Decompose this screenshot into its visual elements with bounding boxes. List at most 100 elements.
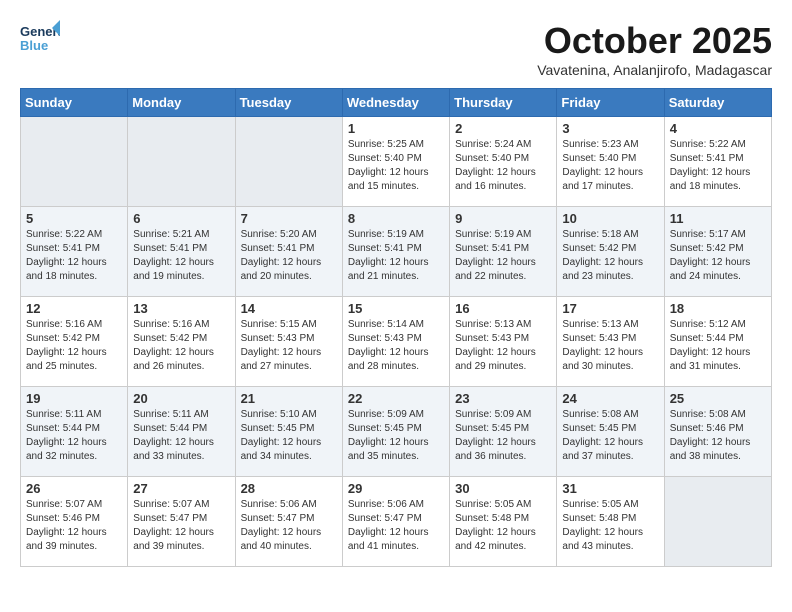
day-number: 3	[562, 121, 658, 136]
day-info: Sunrise: 5:24 AM Sunset: 5:40 PM Dayligh…	[455, 138, 551, 194]
logo: General Blue	[20, 20, 60, 56]
calendar-cell: 7 Sunrise: 5:20 AM Sunset: 5:41 PM Daylig…	[235, 207, 342, 297]
calendar-cell: 30 Sunrise: 5:05 AM Sunset: 5:48 PM Dayli…	[450, 477, 557, 567]
day-info: Sunrise: 5:22 AM Sunset: 5:41 PM Dayligh…	[670, 138, 766, 194]
day-info: Sunrise: 5:07 AM Sunset: 5:46 PM Dayligh…	[26, 498, 122, 554]
day-info: Sunrise: 5:19 AM Sunset: 5:41 PM Dayligh…	[455, 228, 551, 284]
header-saturday: Saturday	[664, 89, 771, 117]
calendar-cell: 8Sunrise: 5:19 AM Sunset: 5:41 PM Daylig…	[342, 207, 449, 297]
day-info: Sunrise: 5:22 AM Sunset: 5:41 PM Dayligh…	[26, 228, 122, 284]
day-info: Sunrise: 5:09 AM Sunset: 5:45 PM Dayligh…	[348, 408, 444, 464]
week-row-4: 19 Sunrise: 5:11 AM Sunset: 5:44 PM Dayli…	[21, 387, 772, 477]
calendar-cell: 6 Sunrise: 5:21 AM Sunset: 5:41 PM Daylig…	[128, 207, 235, 297]
day-info: Sunrise: 5:11 AM Sunset: 5:44 PM Dayligh…	[133, 408, 229, 464]
calendar-cell: 15 Sunrise: 5:14 AM Sunset: 5:43 PM Dayli…	[342, 297, 449, 387]
day-number: 20	[133, 391, 229, 406]
day-info: Sunrise: 5:23 AM Sunset: 5:40 PM Dayligh…	[562, 138, 658, 194]
day-number: 17	[562, 301, 658, 316]
day-info: Sunrise: 5:18 AM Sunset: 5:42 PM Dayligh…	[562, 228, 658, 284]
calendar-cell: 17 Sunrise: 5:13 AM Sunset: 5:43 PM Dayli…	[557, 297, 664, 387]
day-info: Sunrise: 5:09 AM Sunset: 5:45 PM Dayligh…	[455, 408, 551, 464]
calendar-cell: 24Sunrise: 5:08 AM Sunset: 5:45 PM Dayli…	[557, 387, 664, 477]
day-info: Sunrise: 5:14 AM Sunset: 5:43 PM Dayligh…	[348, 318, 444, 374]
day-number: 4	[670, 121, 766, 136]
day-info: Sunrise: 5:13 AM Sunset: 5:43 PM Dayligh…	[455, 318, 551, 374]
calendar-cell: 22 Sunrise: 5:09 AM Sunset: 5:45 PM Dayli…	[342, 387, 449, 477]
calendar-cell	[664, 477, 771, 567]
calendar-cell	[21, 117, 128, 207]
day-info: Sunrise: 5:13 AM Sunset: 5:43 PM Dayligh…	[562, 318, 658, 374]
day-number: 16	[455, 301, 551, 316]
calendar-cell: 10Sunrise: 5:18 AM Sunset: 5:42 PM Dayli…	[557, 207, 664, 297]
day-info: Sunrise: 5:21 AM Sunset: 5:41 PM Dayligh…	[133, 228, 229, 284]
calendar-cell: 26Sunrise: 5:07 AM Sunset: 5:46 PM Dayli…	[21, 477, 128, 567]
day-number: 19	[26, 391, 122, 406]
day-number: 18	[670, 301, 766, 316]
day-number: 2	[455, 121, 551, 136]
week-row-3: 12 Sunrise: 5:16 AM Sunset: 5:42 PM Dayli…	[21, 297, 772, 387]
day-number: 31	[562, 481, 658, 496]
calendar-cell: 21 Sunrise: 5:10 AM Sunset: 5:45 PM Dayli…	[235, 387, 342, 477]
calendar-cell: 4 Sunrise: 5:22 AM Sunset: 5:41 PM Daylig…	[664, 117, 771, 207]
day-number: 1	[348, 121, 444, 136]
calendar-cell	[235, 117, 342, 207]
day-number: 6	[133, 211, 229, 226]
calendar-cell: 18Sunrise: 5:12 AM Sunset: 5:44 PM Dayli…	[664, 297, 771, 387]
day-number: 29	[348, 481, 444, 496]
day-info: Sunrise: 5:06 AM Sunset: 5:47 PM Dayligh…	[241, 498, 337, 554]
calendar-cell: 3 Sunrise: 5:23 AM Sunset: 5:40 PM Daylig…	[557, 117, 664, 207]
week-row-1: 1Sunrise: 5:25 AM Sunset: 5:40 PM Daylig…	[21, 117, 772, 207]
svg-text:Blue: Blue	[20, 38, 48, 53]
day-number: 12	[26, 301, 122, 316]
day-number: 25	[670, 391, 766, 406]
calendar-cell: 2 Sunrise: 5:24 AM Sunset: 5:40 PM Daylig…	[450, 117, 557, 207]
day-number: 9	[455, 211, 551, 226]
page-header: General Blue October 2025 Vavatenina, An…	[20, 20, 772, 78]
calendar-header-row: SundayMondayTuesdayWednesdayThursdayFrid…	[21, 89, 772, 117]
calendar-table: SundayMondayTuesdayWednesdayThursdayFrid…	[20, 88, 772, 567]
day-info: Sunrise: 5:06 AM Sunset: 5:47 PM Dayligh…	[348, 498, 444, 554]
day-number: 5	[26, 211, 122, 226]
day-number: 11	[670, 211, 766, 226]
calendar-cell: 14Sunrise: 5:15 AM Sunset: 5:43 PM Dayli…	[235, 297, 342, 387]
day-info: Sunrise: 5:05 AM Sunset: 5:48 PM Dayligh…	[455, 498, 551, 554]
calendar-cell: 19 Sunrise: 5:11 AM Sunset: 5:44 PM Dayli…	[21, 387, 128, 477]
week-row-5: 26Sunrise: 5:07 AM Sunset: 5:46 PM Dayli…	[21, 477, 772, 567]
calendar-cell: 9 Sunrise: 5:19 AM Sunset: 5:41 PM Daylig…	[450, 207, 557, 297]
day-number: 7	[241, 211, 337, 226]
day-number: 15	[348, 301, 444, 316]
day-info: Sunrise: 5:20 AM Sunset: 5:41 PM Dayligh…	[241, 228, 337, 284]
header-sunday: Sunday	[21, 89, 128, 117]
calendar-cell: 13 Sunrise: 5:16 AM Sunset: 5:42 PM Dayli…	[128, 297, 235, 387]
day-info: Sunrise: 5:15 AM Sunset: 5:43 PM Dayligh…	[241, 318, 337, 374]
header-friday: Friday	[557, 89, 664, 117]
day-number: 8	[348, 211, 444, 226]
day-number: 27	[133, 481, 229, 496]
day-number: 28	[241, 481, 337, 496]
header-monday: Monday	[128, 89, 235, 117]
calendar-cell: 1Sunrise: 5:25 AM Sunset: 5:40 PM Daylig…	[342, 117, 449, 207]
day-info: Sunrise: 5:11 AM Sunset: 5:44 PM Dayligh…	[26, 408, 122, 464]
calendar-cell: 5 Sunrise: 5:22 AM Sunset: 5:41 PM Daylig…	[21, 207, 128, 297]
month-title: October 2025	[537, 20, 772, 62]
day-number: 21	[241, 391, 337, 406]
location-subtitle: Vavatenina, Analanjirofo, Madagascar	[537, 62, 772, 78]
day-number: 22	[348, 391, 444, 406]
calendar-cell: 31Sunrise: 5:05 AM Sunset: 5:48 PM Dayli…	[557, 477, 664, 567]
day-info: Sunrise: 5:10 AM Sunset: 5:45 PM Dayligh…	[241, 408, 337, 464]
calendar-cell: 28 Sunrise: 5:06 AM Sunset: 5:47 PM Dayli…	[235, 477, 342, 567]
day-number: 30	[455, 481, 551, 496]
day-info: Sunrise: 5:17 AM Sunset: 5:42 PM Dayligh…	[670, 228, 766, 284]
header-thursday: Thursday	[450, 89, 557, 117]
calendar-cell: 23Sunrise: 5:09 AM Sunset: 5:45 PM Dayli…	[450, 387, 557, 477]
day-info: Sunrise: 5:16 AM Sunset: 5:42 PM Dayligh…	[26, 318, 122, 374]
header-wednesday: Wednesday	[342, 89, 449, 117]
day-info: Sunrise: 5:16 AM Sunset: 5:42 PM Dayligh…	[133, 318, 229, 374]
day-number: 13	[133, 301, 229, 316]
calendar-cell: 16 Sunrise: 5:13 AM Sunset: 5:43 PM Dayli…	[450, 297, 557, 387]
calendar-cell: 20 Sunrise: 5:11 AM Sunset: 5:44 PM Dayli…	[128, 387, 235, 477]
calendar-cell: 25Sunrise: 5:08 AM Sunset: 5:46 PM Dayli…	[664, 387, 771, 477]
week-row-2: 5 Sunrise: 5:22 AM Sunset: 5:41 PM Daylig…	[21, 207, 772, 297]
day-info: Sunrise: 5:07 AM Sunset: 5:47 PM Dayligh…	[133, 498, 229, 554]
day-number: 24	[562, 391, 658, 406]
